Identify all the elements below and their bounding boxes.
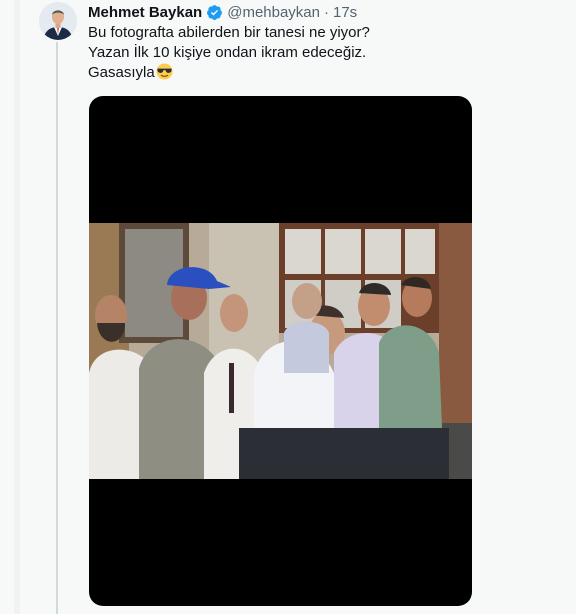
separator-dot: · — [324, 3, 329, 21]
tweet-text-line: Gasasıyla — [88, 63, 548, 83]
timestamp[interactable]: 17s — [333, 4, 357, 21]
author-name[interactable]: Mehmet Baykan — [88, 4, 202, 21]
tweet-text-line: Yazan İlk 10 kişiye ondan ikram edeceğiz… — [88, 44, 367, 61]
tweet-text-fragment: Gasasıyla — [88, 64, 155, 81]
tweet-text: Bu fotografta abilerden bir tanesi ne yi… — [88, 23, 548, 83]
thread-line — [56, 42, 58, 614]
tweet-header: Mehmet Baykan @mehbaykan · 17s — [88, 2, 357, 22]
tweet-photo[interactable] — [89, 223, 472, 479]
smiling-face-with-sunglasses-icon — [156, 63, 173, 80]
verified-badge-icon — [207, 4, 223, 20]
avatar[interactable] — [39, 2, 77, 40]
tweet[interactable]: Mehmet Baykan @mehbaykan · 17s Bu fotogr… — [20, 0, 576, 614]
author-handle[interactable]: @mehbaykan — [227, 4, 320, 21]
page: Mehmet Baykan @mehbaykan · 17s Bu fotogr… — [0, 0, 576, 614]
left-sidebar-edge — [0, 0, 20, 614]
tweet-text-line: Bu fotografta abilerden bir tanesi ne yi… — [88, 24, 370, 41]
tweet-media[interactable] — [89, 96, 472, 606]
avatar-image — [39, 2, 77, 40]
